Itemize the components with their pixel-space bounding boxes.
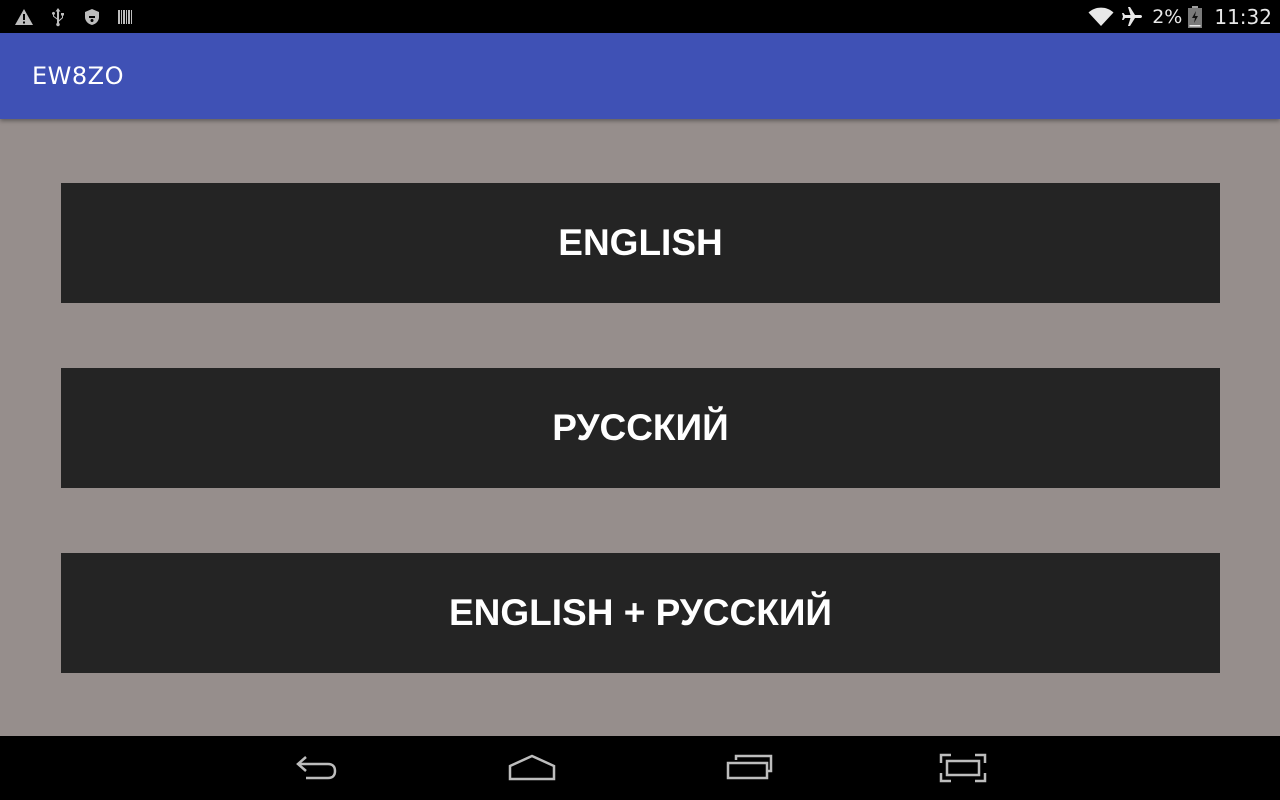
airplane-mode-icon (1122, 6, 1143, 26)
status-bar: 2% 11:32 (0, 0, 1280, 33)
battery-icon (1188, 5, 1203, 28)
navigation-bar (0, 736, 1280, 800)
back-button[interactable] (286, 748, 346, 788)
clock: 11:32 (1214, 4, 1272, 29)
english-button[interactable]: ENGLISH (61, 183, 1220, 303)
system-status: 2% 11:32 (1088, 0, 1272, 33)
back-icon (296, 756, 337, 780)
english-russian-button[interactable]: ENGLISH + РУССКИЙ (61, 553, 1220, 673)
app-title: EW8ZO (32, 62, 124, 90)
warning-icon (15, 9, 33, 25)
screenshot-button[interactable] (933, 748, 993, 788)
screenshot-icon (939, 753, 987, 783)
home-button[interactable] (502, 748, 562, 788)
recents-button[interactable] (719, 748, 779, 788)
wifi-icon (1088, 7, 1114, 26)
barcode-icon (118, 10, 132, 24)
app-bar: EW8ZO (0, 33, 1280, 119)
usb-icon (52, 8, 64, 27)
home-icon (508, 754, 556, 781)
notification-icons (14, 7, 136, 27)
recents-icon (726, 754, 773, 780)
shield-icon (85, 9, 99, 25)
russian-button[interactable]: РУССКИЙ (61, 368, 1220, 488)
battery-percent: 2% (1152, 5, 1183, 28)
